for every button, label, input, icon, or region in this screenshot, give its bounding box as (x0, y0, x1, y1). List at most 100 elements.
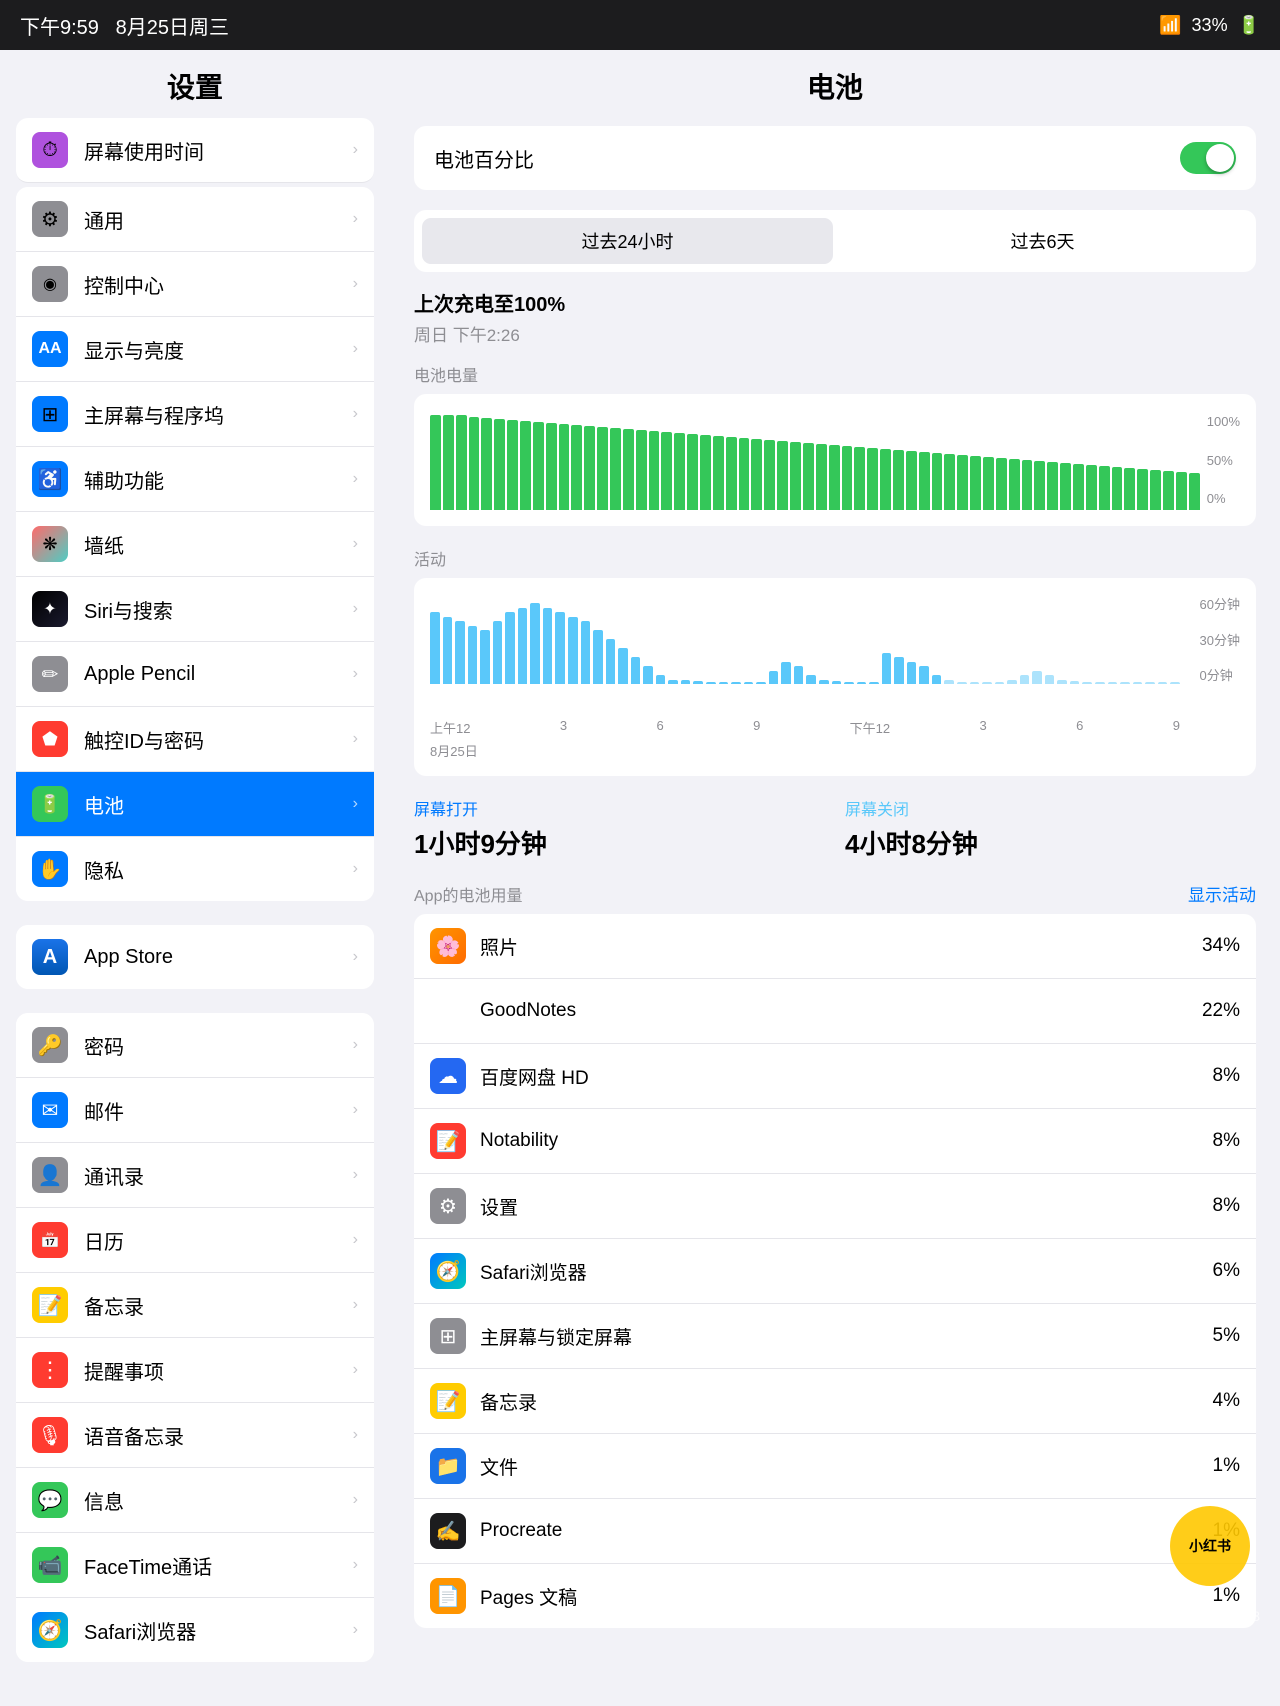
activity-bar (932, 675, 942, 684)
sidebar-item-battery[interactable]: 🔋 电池 › (16, 772, 374, 837)
sidebar-item-general[interactable]: ⚙ 通用 › (16, 187, 374, 252)
sidebar-item-contacts[interactable]: 👤 通讯录 › (16, 1143, 374, 1208)
battery-bar (481, 418, 492, 510)
app-list-item[interactable]: 📝 备忘录 4% (414, 1369, 1256, 1434)
touch-id-icon: ⬟ (32, 721, 68, 757)
battery-bar (533, 422, 544, 510)
sidebar-item-calendar[interactable]: 📅 日历 › (16, 1208, 374, 1273)
settings-section-2: A App Store › (16, 925, 374, 989)
app-list-item[interactable]: ⚙ 设置 8% (414, 1174, 1256, 1239)
touch-id-label: 触控ID与密码 (84, 725, 204, 754)
sidebar-item-accessibility[interactable]: ♿ 辅助功能 › (16, 447, 374, 512)
activity-bar (1070, 681, 1080, 684)
y-label-30: 30分钟 (1200, 630, 1240, 649)
app-list-item[interactable]: ☁ 百度网盘 HD 8% (414, 1044, 1256, 1109)
activity-bar (693, 681, 703, 684)
sidebar-scrolled-item[interactable]: ⏱ 屏幕使用时间 › (16, 118, 374, 183)
activity-bar (781, 662, 791, 685)
activity-bar (568, 617, 578, 685)
safari-settings-label: Safari浏览器 (84, 1616, 196, 1645)
sidebar-item-facetime[interactable]: 📹 FaceTime通话 › (16, 1533, 374, 1598)
app-list-item[interactable]: ⊞ 主屏幕与锁定屏幕 5% (414, 1304, 1256, 1369)
sidebar-item-notes[interactable]: 📝 备忘录 › (16, 1273, 374, 1338)
app-usage-header: App的电池用量 显示活动 (414, 881, 1256, 906)
y-label-60: 60分钟 (1200, 594, 1240, 613)
chevron-icon: › (353, 730, 358, 748)
activity-bar (668, 680, 678, 685)
right-panel[interactable]: 电池 电池百分比 过去24小时 过去6天 上次充电至100% 周日 下午2:26… (390, 50, 1280, 1706)
display-icon: AA (32, 331, 68, 367)
x-label-9a: 9 (753, 718, 760, 737)
segment-24h[interactable]: 过去24小时 (422, 218, 833, 264)
app-list-item[interactable]: 🌸 照片 34% (414, 914, 1256, 979)
app-name: Safari浏览器 (480, 1258, 1213, 1285)
sidebar-item-app-store[interactable]: A App Store › (16, 925, 374, 989)
app-list-item[interactable]: 🧭 Safari浏览器 6% (414, 1239, 1256, 1304)
sidebar-item-touch-id[interactable]: ⬟ 触控ID与密码 › (16, 707, 374, 772)
sidebar-item-safari-settings[interactable]: 🧭 Safari浏览器 › (16, 1598, 374, 1662)
mail-icon: ✉ (32, 1092, 68, 1128)
battery-chart-label: 电池电量 (414, 362, 1256, 386)
x-label-6a: 6 (656, 718, 663, 737)
app-percent: 5% (1213, 1325, 1240, 1347)
activity-bar (1120, 682, 1130, 684)
activity-bar (844, 682, 854, 684)
sidebar-item-privacy[interactable]: ✋ 隐私 › (16, 837, 374, 901)
sidebar-item-mail[interactable]: ✉ 邮件 › (16, 1078, 374, 1143)
activity-bar (631, 657, 641, 684)
battery-percentage-toggle[interactable] (1180, 142, 1236, 174)
app-icon: ✏ (430, 993, 466, 1029)
app-icon: 🧭 (430, 1253, 466, 1289)
segment-6d[interactable]: 过去6天 (837, 218, 1248, 264)
sidebar-item-control-center[interactable]: ◉ 控制中心 › (16, 252, 374, 317)
battery-bar (854, 447, 865, 510)
time-segment-control: 过去24小时 过去6天 (414, 210, 1256, 272)
battery-bar (700, 435, 711, 510)
battery-bar (597, 427, 608, 510)
settings-section-3: 🔑 密码 › ✉ 邮件 › 👤 通讯录 › 📅 日历 › (16, 1013, 374, 1662)
wallpaper-icon: ❋ (32, 526, 68, 562)
chevron-icon: › (353, 1426, 358, 1444)
battery-bar (559, 424, 570, 510)
app-list-item[interactable]: 📝 Notability 8% (414, 1109, 1256, 1174)
sidebar-scroll[interactable]: ⏱ 屏幕使用时间 › ⚙ 通用 › ◉ 控制中心 › AA 显示与亮度 (0, 118, 390, 1706)
app-percent: 1% (1213, 1455, 1240, 1477)
chevron-icon: › (353, 795, 358, 813)
x-label-9p: 9 (1173, 718, 1180, 737)
battery-bar (469, 417, 480, 510)
battery-bar (520, 421, 531, 510)
app-percent: 6% (1213, 1260, 1240, 1282)
battery-bar (610, 428, 621, 510)
show-activity-button[interactable]: 显示活动 (1188, 881, 1256, 906)
activity-bar (1133, 682, 1143, 684)
app-list-item[interactable]: ✍ Procreate 1% (414, 1499, 1256, 1564)
activity-bar (1145, 682, 1155, 684)
facetime-label: FaceTime通话 (84, 1551, 212, 1580)
chevron-icon: › (353, 1166, 358, 1184)
battery-bar (1112, 467, 1123, 510)
activity-bar (480, 630, 490, 684)
battery-bar (1099, 466, 1110, 510)
screen-off-value: 4小时8分钟 (845, 824, 1256, 861)
sidebar-item-siri[interactable]: ✦ Siri与搜索 › (16, 577, 374, 642)
sidebar-item-passwords[interactable]: 🔑 密码 › (16, 1013, 374, 1078)
sidebar-item-voice-memos[interactable]: 🎙 语音备忘录 › (16, 1403, 374, 1468)
sidebar-item-reminders[interactable]: ⋮ 提醒事项 › (16, 1338, 374, 1403)
panel-title: 电池 (390, 50, 1280, 118)
activity-bar (1020, 675, 1030, 684)
app-list-item[interactable]: 📁 文件 1% (414, 1434, 1256, 1499)
sidebar-item-home-screen[interactable]: ⊞ 主屏幕与程序坞 › (16, 382, 374, 447)
home-screen-label: 主屏幕与程序坞 (84, 400, 224, 429)
app-list-item[interactable]: ✏ GoodNotes 22% (414, 979, 1256, 1044)
sidebar-item-apple-pencil[interactable]: ✏ Apple Pencil › (16, 642, 374, 707)
date-label: 8月25日 (430, 741, 1240, 760)
battery-chart: 100% 50% 0% (430, 410, 1240, 510)
battery-bar (1022, 460, 1033, 510)
battery-bar (1137, 469, 1148, 510)
sidebar-item-display[interactable]: AA 显示与亮度 › (16, 317, 374, 382)
sidebar-item-wallpaper[interactable]: ❋ 墙纸 › (16, 512, 374, 577)
battery-bar (867, 448, 878, 510)
activity-bar (455, 621, 465, 684)
sidebar-item-messages[interactable]: 💬 信息 › (16, 1468, 374, 1533)
battery-bars (430, 410, 1240, 510)
